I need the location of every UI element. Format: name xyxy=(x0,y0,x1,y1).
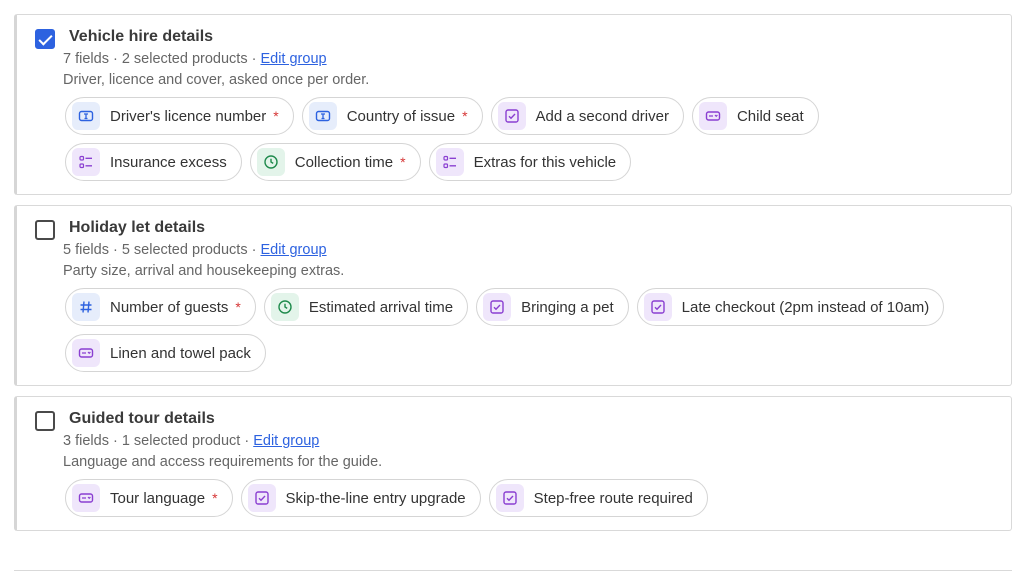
edit-group-link[interactable]: Edit group xyxy=(253,433,319,449)
checkbox-icon xyxy=(247,484,276,512)
field-chip-label: Extras for this vehicle xyxy=(473,153,617,171)
clock-icon xyxy=(270,293,299,321)
group-meta: 3 fields · 1 selected product · Edit gro… xyxy=(63,431,1001,451)
group-meta: 7 fields · 2 selected products · Edit gr… xyxy=(63,49,1001,69)
group-meta-text: 3 fields · 1 selected product · xyxy=(63,433,254,449)
required-marker: * xyxy=(400,154,406,170)
checkbox-icon xyxy=(497,102,526,130)
group-title: Vehicle hire details xyxy=(69,28,214,45)
group-title: Guided tour details xyxy=(69,410,215,427)
field-chip-tour-language[interactable]: Tour language * xyxy=(65,479,233,517)
field-chip-label: Add a second driver xyxy=(535,107,669,125)
group-select-checkbox[interactable] xyxy=(35,411,55,431)
field-chip-label: Collection time xyxy=(294,153,394,171)
dropdown-icon xyxy=(698,102,727,130)
group-meta-text: 7 fields · 2 selected products · xyxy=(63,51,261,67)
next-group-card-edge xyxy=(14,570,1012,574)
group-meta: 5 fields · 5 selected products · Edit gr… xyxy=(63,240,1001,260)
field-chip-label: Child seat xyxy=(736,107,804,125)
field-chip-extras-for-this-vehicle[interactable]: Extras for this vehicle xyxy=(428,143,632,181)
field-chip-label: Number of guests xyxy=(110,298,229,316)
field-chip-late-checkout-2pm-instead-of-10am[interactable]: Late checkout (2pm instead of 10am) xyxy=(636,288,945,326)
field-chip-insurance-excess[interactable]: Insurance excess xyxy=(65,143,242,181)
edit-group-link[interactable]: Edit group xyxy=(260,242,326,258)
field-chip-label: Step-free route required xyxy=(533,489,693,507)
field-chip-linen-and-towel-pack[interactable]: Linen and towel pack xyxy=(65,334,266,372)
field-chip-estimated-arrival-time[interactable]: Estimated arrival time xyxy=(263,288,469,326)
field-chip-label: Estimated arrival time xyxy=(308,298,454,316)
field-chip-label: Skip-the-line entry upgrade xyxy=(285,489,466,507)
group-card-vehicle-hire-details: Vehicle hire details 7 fields · 2 selecte… xyxy=(14,14,1012,195)
field-chip-country-of-issue[interactable]: Country of issue * xyxy=(301,97,483,135)
checkbox-icon xyxy=(643,293,672,321)
group-description: Language and access requirements for the… xyxy=(63,454,383,470)
field-chip-driver-s-licence-number[interactable]: Driver's licence number * xyxy=(65,97,294,135)
field-chip-skip-the-line-entry-upgrade[interactable]: Skip-the-line entry upgrade xyxy=(240,479,481,517)
required-marker: * xyxy=(235,299,241,315)
group-meta-text: 5 fields · 5 selected products · xyxy=(63,242,261,258)
text-field-icon xyxy=(308,102,337,130)
checkbox-icon xyxy=(483,293,512,321)
clock-icon xyxy=(256,148,285,176)
group-card-holiday-let-details: Holiday let details 5 fields · 5 selected… xyxy=(14,205,1012,386)
dropdown-icon xyxy=(72,484,100,512)
field-chip-list: Number of guests * Estimated arrival time B… xyxy=(65,288,1001,372)
group-description: Driver, licence and cover, asked once pe… xyxy=(63,72,370,88)
dropdown-icon xyxy=(72,339,100,367)
required-marker: * xyxy=(273,108,279,124)
required-marker: * xyxy=(462,108,468,124)
hash-icon xyxy=(72,293,100,321)
checkbox-icon xyxy=(495,484,524,512)
field-chip-bringing-a-pet[interactable]: Bringing a pet xyxy=(476,288,629,326)
field-chip-label: Tour language xyxy=(110,489,206,507)
group-select-checkbox[interactable] xyxy=(35,29,55,49)
field-chip-label: Bringing a pet xyxy=(521,298,614,316)
group-title: Holiday let details xyxy=(69,219,206,236)
field-chip-add-a-second-driver[interactable]: Add a second driver xyxy=(490,97,684,135)
edit-group-link[interactable]: Edit group xyxy=(260,51,326,67)
field-chip-collection-time[interactable]: Collection time * xyxy=(249,143,421,181)
field-chip-child-seat[interactable]: Child seat xyxy=(691,97,819,135)
required-marker: * xyxy=(212,490,218,506)
list-options-icon xyxy=(72,148,100,176)
field-chip-label: Linen and towel pack xyxy=(110,344,251,362)
field-chip-label: Country of issue xyxy=(346,107,456,125)
list-options-icon xyxy=(435,148,464,176)
text-field-icon xyxy=(72,102,100,130)
field-chip-number-of-guests[interactable]: Number of guests * xyxy=(65,288,256,326)
field-chip-list: Tour language * Skip-the-line entry upgrad… xyxy=(65,479,1001,517)
field-groups-list: Vehicle hire details 7 fields · 2 selecte… xyxy=(14,14,1012,541)
group-select-checkbox[interactable] xyxy=(35,220,55,240)
field-chip-label: Late checkout (2pm instead of 10am) xyxy=(681,298,930,316)
group-description: Party size, arrival and housekeeping ext… xyxy=(63,263,345,279)
group-card-guided-tour-details: Guided tour details 3 fields · 1 selected… xyxy=(14,396,1012,531)
field-chip-list: Driver's licence number * Country of issue… xyxy=(65,97,1001,181)
field-chip-label: Driver's licence number xyxy=(110,107,267,125)
field-chip-step-free-route-required[interactable]: Step-free route required xyxy=(488,479,708,517)
field-chip-label: Insurance excess xyxy=(110,153,227,171)
